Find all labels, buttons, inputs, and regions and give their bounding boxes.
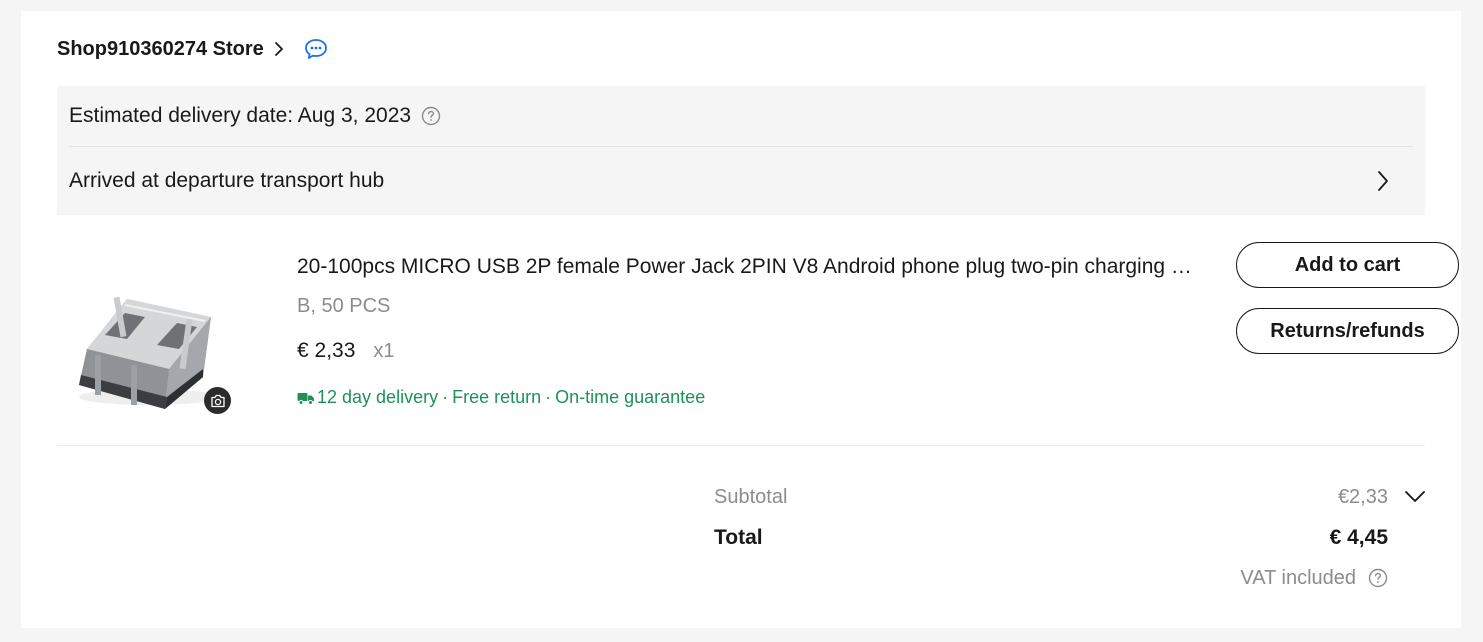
subtotal-row: Subtotal €2,33: [714, 483, 1426, 511]
tracking-status-text: Arrived at departure transport hub: [69, 169, 385, 192]
order-item: 20-100pcs MICRO USB 2P female Power Jack…: [57, 239, 1459, 446]
product-variant: B, 50 PCS: [297, 295, 391, 317]
price-row: € 2,33 x1: [297, 339, 395, 363]
subtotal-label: Subtotal: [714, 485, 788, 508]
separator-dot: ·: [442, 387, 449, 407]
help-icon[interactable]: [421, 106, 441, 126]
on-time-guarantee-text: On-time guarantee: [555, 387, 706, 407]
product-quantity: x1: [373, 340, 395, 362]
chevron-right-icon: [1377, 170, 1389, 192]
product-price: € 2,33: [297, 339, 356, 362]
estimated-delivery-row: Estimated delivery date: Aug 3, 2023: [69, 86, 1413, 147]
estimated-delivery-text: Estimated delivery date: Aug 3, 2023: [69, 104, 412, 127]
product-title[interactable]: 20-100pcs MICRO USB 2P female Power Jack…: [297, 255, 1197, 279]
delivery-days-text: 12 day delivery: [317, 387, 439, 407]
store-header: Shop910360274 Store: [57, 35, 328, 63]
free-return-text: Free return: [452, 387, 542, 407]
chevron-down-icon[interactable]: [1404, 490, 1426, 504]
chevron-right-icon[interactable]: [274, 41, 284, 57]
help-icon[interactable]: [1368, 568, 1388, 588]
tracking-status-row[interactable]: Arrived at departure transport hub: [69, 147, 1413, 215]
delivery-perks: 12 day delivery · Free return · On-time …: [297, 387, 705, 408]
camera-icon[interactable]: [204, 387, 231, 414]
add-to-cart-button[interactable]: Add to cart: [1236, 242, 1459, 288]
vat-included-text: VAT included: [1240, 566, 1356, 589]
separator-dot: ·: [545, 387, 552, 407]
total-label: Total: [714, 526, 763, 549]
truck-icon: [297, 391, 315, 405]
subtotal-value: €2,33: [1337, 485, 1388, 508]
total-row: Total € 4,45: [714, 524, 1426, 552]
chat-bubble-icon[interactable]: [304, 38, 328, 60]
store-name[interactable]: Shop910360274 Store: [57, 38, 264, 61]
order-card: Shop910360274 Store Estimated delivery d…: [21, 11, 1461, 628]
delivery-info-panel: Estimated delivery date: Aug 3, 2023 Arr…: [57, 86, 1425, 215]
returns-refunds-button[interactable]: Returns/refunds: [1236, 308, 1459, 354]
vat-row: VAT included: [714, 564, 1426, 592]
total-value: € 4,45: [1329, 526, 1388, 549]
